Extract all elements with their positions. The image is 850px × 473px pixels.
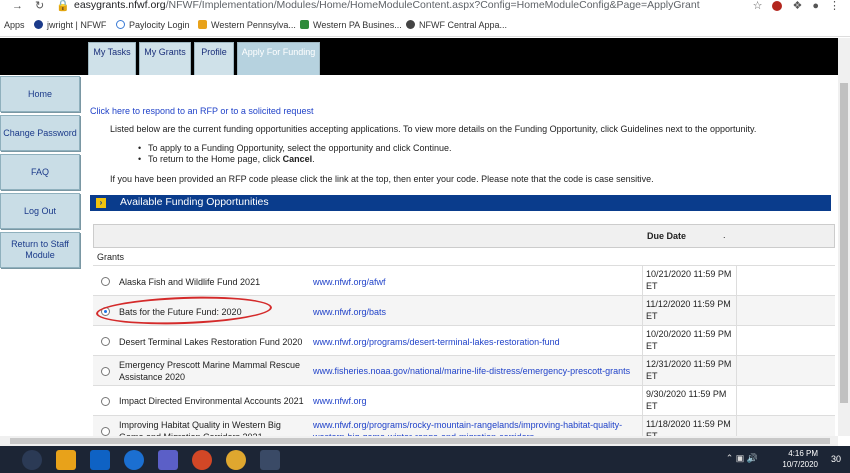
opportunity-name: Desert Terminal Lakes Restoration Fund 2… [119, 337, 303, 347]
app-icon[interactable] [260, 450, 280, 470]
table-row[interactable]: Alaska Fish and Wildlife Fund 2021 www.n… [93, 265, 835, 295]
intro-text: Listed below are the current funding opp… [110, 124, 757, 134]
extension-icon[interactable] [772, 1, 783, 12]
nav-faq[interactable]: FAQ [0, 154, 80, 190]
table-row[interactable]: Impact Directed Environmental Accounts 2… [93, 385, 835, 415]
system-tray-icons[interactable]: ⌃ ▣ 🔊 [726, 453, 758, 464]
teams-icon[interactable] [158, 450, 178, 470]
url-field[interactable]: easygrants.nfwf.org/NFWF/Implementation/… [74, 0, 700, 11]
globe-icon [406, 20, 415, 29]
chrome-icon[interactable] [22, 450, 42, 470]
section-header: › Available Funding Opportunities [90, 195, 831, 211]
guidelines-link[interactable]: www.fisheries.noaa.gov/national/marine-l… [313, 365, 643, 377]
horizontal-scrollbar[interactable] [0, 436, 838, 446]
page-icon [300, 20, 309, 29]
section-title: Available Funding Opportunities [120, 196, 269, 208]
bookmark-paylocity[interactable]: Paylocity Login [116, 20, 190, 30]
guidelines-link[interactable]: www.nfwf.org/bats [313, 306, 643, 318]
scroll-thumb[interactable] [840, 83, 848, 403]
table-row[interactable]: Desert Terminal Lakes Restoration Fund 2… [93, 325, 835, 355]
guidelines-link[interactable]: www.nfwf.org/programs/rocky-mountain-ran… [313, 419, 643, 436]
lock-icon[interactable]: 🔒 [56, 0, 70, 12]
notification-center[interactable]: 30 [822, 446, 850, 473]
bullet-apply: To apply to a Funding Opportunity, selec… [138, 143, 451, 153]
file-explorer-icon[interactable] [56, 450, 76, 470]
bookmark-western-pa-busines[interactable]: Western PA Busines... [300, 20, 402, 30]
profile-icon[interactable]: ● [812, 0, 819, 12]
rfp-link[interactable]: Click here to respond to an RFP or to a … [90, 106, 313, 116]
tab-apply-for-funding[interactable]: Apply For Funding [237, 42, 320, 75]
browser-nav: → ↻ 🔒 [12, 0, 82, 12]
chevron-right-icon: › [96, 198, 106, 208]
bookmark-apps[interactable]: Apps [4, 20, 25, 30]
opportunity-name: Improving Habitat Quality in Western Big… [119, 420, 281, 436]
bullet-return: To return to the Home page, click Cancel… [138, 154, 315, 164]
reload-icon[interactable]: ↻ [35, 0, 44, 12]
guidelines-link[interactable]: www.nfwf.org [313, 395, 643, 407]
nav-return-to-staff-module[interactable]: Return to Staff Module [0, 232, 80, 268]
bookmark-western-pennsylva[interactable]: Western Pennsylva... [198, 20, 296, 30]
table-row[interactable]: Improving Habitat Quality in Western Big… [93, 415, 835, 436]
due-date-header: Due Date [647, 231, 687, 241]
tab-my-tasks[interactable]: My Tasks [88, 42, 136, 75]
bookmarks-bar: Apps jwright | NFWF Paylocity Login West… [0, 15, 850, 37]
tab-my-grants[interactable]: My Grants [139, 42, 191, 75]
tab-profile[interactable]: Profile [194, 42, 234, 75]
browser-extensions: ☆ ❖ ● ⋮ [743, 0, 840, 12]
group-label: Grants [97, 252, 125, 262]
radio-button[interactable] [101, 337, 110, 346]
guidelines-link[interactable]: www.nfwf.org/afwf [313, 276, 643, 288]
opportunity-name: Emergency Prescott Marine Mammal Rescue … [119, 360, 301, 382]
due-date: 11/12/2020 11:59 PM ET [642, 296, 737, 325]
radio-button[interactable] [101, 277, 110, 286]
bookmark-jwright[interactable]: jwright | NFWF [34, 20, 106, 30]
radio-button[interactable] [101, 367, 110, 376]
nav-home[interactable]: Home [0, 76, 80, 112]
due-date: 12/31/2020 11:59 PM ET [642, 356, 737, 385]
hscroll-thumb[interactable] [10, 438, 830, 444]
menu-icon[interactable]: ⋮ [829, 0, 840, 12]
puzzle-icon[interactable]: ❖ [792, 0, 802, 12]
powerpoint-icon[interactable] [192, 450, 212, 470]
rfp-note: If you have been provided an RFP code pl… [110, 174, 654, 184]
due-date: 11/18/2020 11:59 PM ET [642, 416, 737, 436]
star-icon[interactable]: ☆ [753, 0, 763, 12]
outlook-icon[interactable] [90, 450, 110, 470]
taskbar: ⌃ ▣ 🔊 4:16 PM 10/7/2020 30 [0, 446, 850, 473]
folder-icon [198, 20, 207, 29]
opportunity-name: Impact Directed Environmental Accounts 2… [119, 396, 304, 406]
guidelines-link[interactable]: www.nfwf.org/programs/desert-terminal-la… [313, 336, 643, 348]
nav-log-out[interactable]: Log Out [0, 193, 80, 229]
table-row[interactable]: Emergency Prescott Marine Mammal Rescue … [93, 355, 835, 385]
site-header: My Tasks My Grants Profile Apply For Fun… [0, 38, 838, 75]
due-date: 10/20/2020 11:59 PM ET [642, 326, 737, 355]
address-bar: → ↻ 🔒 easygrants.nfwf.org/NFWF/Implementat… [0, 0, 850, 14]
bookmark-nfwf-central[interactable]: NFWF Central Appa... [406, 20, 507, 30]
opportunity-name: Alaska Fish and Wildlife Fund 2021 [119, 277, 261, 287]
due-date: 9/30/2020 11:59 PM ET [642, 386, 737, 415]
radio-button[interactable] [101, 397, 110, 406]
forward-icon[interactable]: → [12, 0, 23, 12]
vertical-scrollbar[interactable] [838, 38, 850, 436]
due-date: 10/21/2020 11:59 PM ET [642, 266, 737, 295]
chrome-browser-icon[interactable] [226, 450, 246, 470]
nfwf-icon [34, 20, 43, 29]
paylocity-icon [116, 20, 125, 29]
table-header: Due Date . [93, 224, 835, 248]
edge-icon[interactable] [124, 450, 144, 470]
header-dot: . [723, 230, 726, 240]
radio-button[interactable] [101, 427, 110, 436]
nav-change-password[interactable]: Change Password [0, 115, 80, 151]
clock[interactable]: 4:16 PM 10/7/2020 [782, 448, 818, 470]
